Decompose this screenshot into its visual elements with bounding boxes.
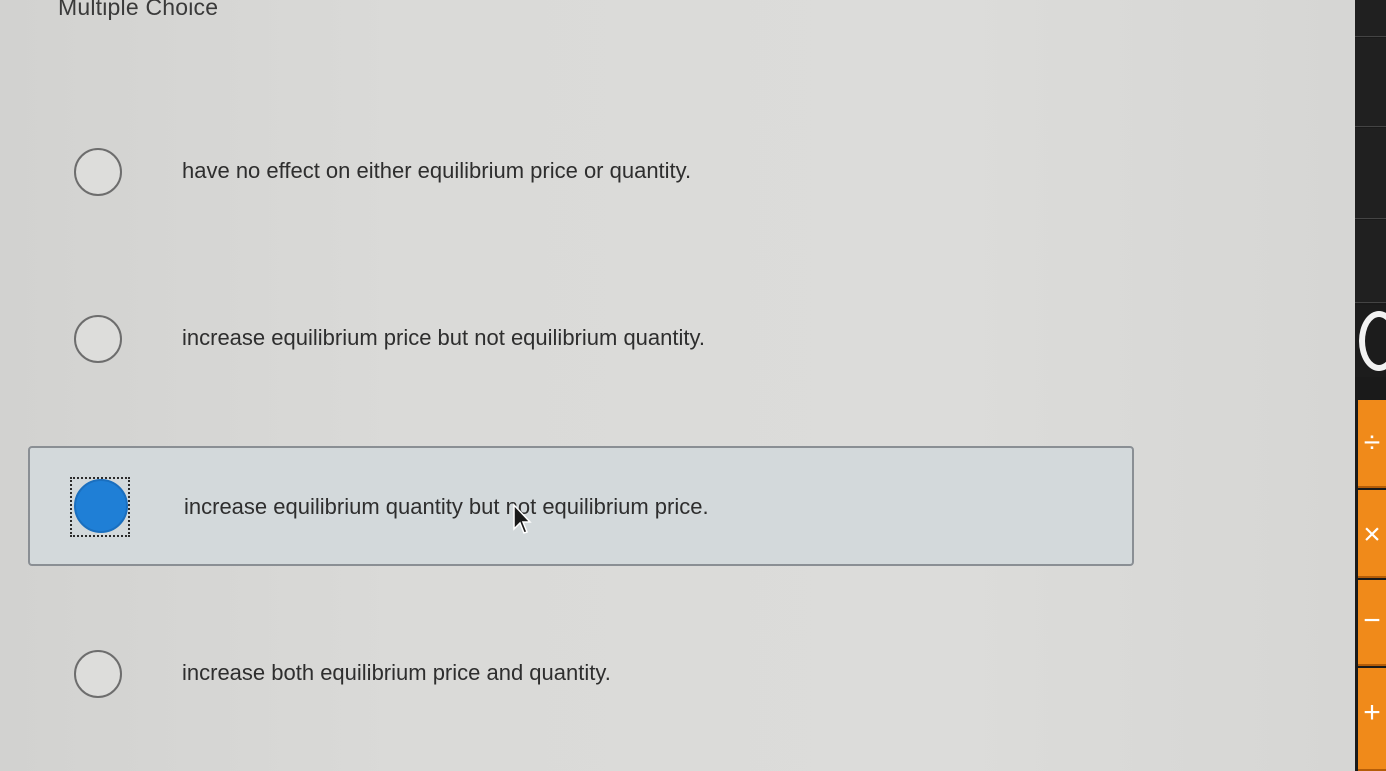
calculator-divide-key[interactable]: ÷ xyxy=(1358,400,1386,488)
mouse-pointer-icon xyxy=(513,503,532,534)
question-panel: Multiple Choice have no effect on either… xyxy=(0,0,1355,771)
calculator-key-dark-2[interactable] xyxy=(1355,38,1386,127)
answer-option-2-label: increase equilibrium price but not equil… xyxy=(182,325,705,350)
radio-button-option-2[interactable] xyxy=(74,315,122,363)
calculator-key-dark-1[interactable] xyxy=(1355,0,1386,37)
calculator-multiply-key[interactable]: × xyxy=(1358,490,1386,578)
radio-button-option-4[interactable] xyxy=(74,650,122,698)
answer-option-1-label: have no effect on either equilibrium pri… xyxy=(182,158,692,183)
question-type-label: Multiple Choice xyxy=(58,0,219,20)
answer-option-4-label: increase both equilibrium price and quan… xyxy=(182,660,611,685)
answer-option-3-label: increase equilibrium quantity but not eq… xyxy=(184,494,709,519)
answer-option-4[interactable]: increase both equilibrium price and quan… xyxy=(28,616,1134,736)
radio-button-option-1[interactable] xyxy=(74,148,122,196)
calculator-subtract-key[interactable]: − xyxy=(1358,580,1386,666)
calculator-key-dark-3[interactable] xyxy=(1355,128,1386,219)
answer-option-2[interactable]: increase equilibrium price but not equil… xyxy=(28,281,1134,401)
calculator-panel: ÷ × − + xyxy=(1355,0,1386,771)
calculator-key-zero[interactable] xyxy=(1355,305,1386,377)
zero-icon xyxy=(1359,311,1386,371)
calculator-add-key[interactable]: + xyxy=(1358,668,1386,771)
answer-option-1[interactable]: have no effect on either equilibrium pri… xyxy=(28,114,1134,234)
quiz-page: Multiple Choice have no effect on either… xyxy=(0,0,1386,771)
radio-button-option-3[interactable] xyxy=(74,479,128,533)
calculator-key-dark-4[interactable] xyxy=(1355,220,1386,303)
answer-option-3[interactable]: increase equilibrium quantity but not eq… xyxy=(28,446,1134,566)
